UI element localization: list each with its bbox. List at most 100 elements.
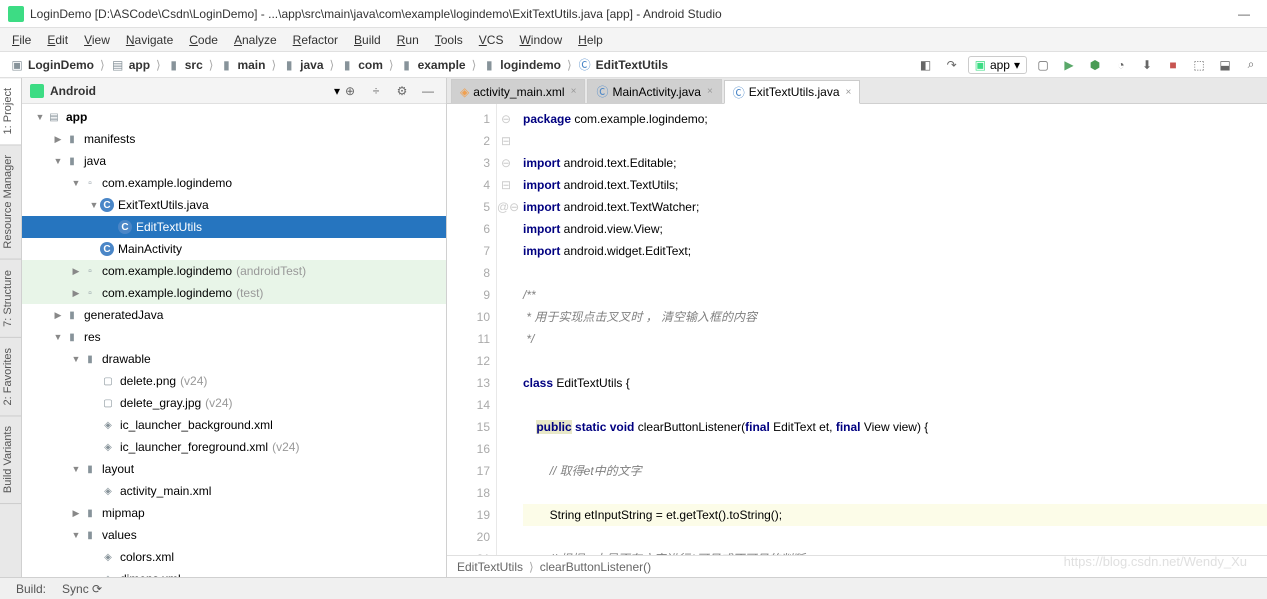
breadcrumb-main[interactable]: ▮main	[215, 58, 269, 72]
tree-arrow-icon[interactable]: ▶	[70, 288, 82, 299]
side-tab----project[interactable]: 1: Project	[0, 78, 21, 145]
tree-item-app[interactable]: ▼▤app	[22, 106, 446, 128]
debug-button[interactable]: ⬢	[1085, 55, 1105, 75]
menu-help[interactable]: Help	[570, 31, 611, 49]
menu-window[interactable]: Window	[511, 31, 570, 49]
code-line-6[interactable]: import android.view.View;	[523, 218, 1267, 240]
menu-code[interactable]: Code	[181, 31, 226, 49]
tree-item-manifests[interactable]: ▶▮manifests	[22, 128, 446, 150]
side-tab----structure[interactable]: 7: Structure	[0, 260, 21, 338]
breadcrumb-app[interactable]: ▤app	[107, 58, 154, 72]
tree-item-com-example-logindemo[interactable]: ▼▫com.example.logindemo	[22, 172, 446, 194]
crumb-edittextutils[interactable]: EditTextUtils	[457, 560, 523, 574]
menu-navigate[interactable]: Navigate	[118, 31, 181, 49]
stop-button[interactable]: ■	[1163, 55, 1183, 75]
breadcrumb-edittextutils[interactable]: ⒸEditTextUtils	[574, 58, 672, 72]
editor-tab-mainactivity-java[interactable]: ⒸMainActivity.java×	[587, 79, 721, 103]
code-line-17[interactable]: // 取得et中的文字	[523, 460, 1267, 482]
code-line-3[interactable]: import android.text.Editable;	[523, 152, 1267, 174]
run-button[interactable]: ▶	[1059, 55, 1079, 75]
tree-arrow-icon[interactable]: ▼	[70, 354, 82, 364]
code-line-14[interactable]	[523, 394, 1267, 416]
code-line-19[interactable]: String etInputString = et.getText().toSt…	[523, 504, 1267, 526]
tree-item-edittextutils[interactable]: CEditTextUtils	[22, 216, 446, 238]
run-config-selector[interactable]: ▣ app ▾	[968, 56, 1027, 74]
tree-item-values[interactable]: ▼▮values	[22, 524, 446, 546]
close-icon[interactable]: ×	[707, 86, 713, 97]
editor-tab-activity-main-xml[interactable]: ◈activity_main.xml×	[451, 79, 585, 103]
tree-item-mipmap[interactable]: ▶▮mipmap	[22, 502, 446, 524]
code-line-10[interactable]: * 用于实现点击叉叉时 ， 清空输入框的内容	[523, 306, 1267, 328]
menu-analyze[interactable]: Analyze	[226, 31, 285, 49]
code-line-1[interactable]: package com.example.logindemo;	[523, 108, 1267, 130]
collapse-icon[interactable]: ÷	[366, 81, 386, 101]
sync-label[interactable]: Sync ⟳	[54, 582, 110, 596]
attach-debugger-icon[interactable]: ⬇	[1137, 55, 1157, 75]
crumb-clearbuttonlistener()[interactable]: clearButtonListener()	[540, 560, 651, 574]
menu-refactor[interactable]: Refactor	[285, 31, 346, 49]
close-icon[interactable]: ×	[571, 86, 577, 97]
tree-item-com-example-logindemo[interactable]: ▶▫com.example.logindemo(test)	[22, 282, 446, 304]
target-icon[interactable]: ⊕	[340, 81, 360, 101]
search-icon[interactable]: ⌕	[1241, 55, 1261, 75]
breadcrumb-logindemo[interactable]: ▮logindemo	[478, 58, 565, 72]
breadcrumb-example[interactable]: ▮example	[396, 58, 470, 72]
tree-item-dimens-xml[interactable]: ◈dimens.xml	[22, 568, 446, 577]
code-line-11[interactable]: */	[523, 328, 1267, 350]
menu-run[interactable]: Run	[389, 31, 427, 49]
tree-arrow-icon[interactable]: ▶	[70, 266, 82, 277]
code-area[interactable]: package com.example.logindemo; import an…	[515, 104, 1267, 555]
menu-edit[interactable]: Edit	[39, 31, 76, 49]
tree-item-delete-png[interactable]: ▢delete.png(v24)	[22, 370, 446, 392]
editor-breadcrumb[interactable]: EditTextUtils⟩clearButtonListener()	[447, 555, 1267, 577]
code-line-20[interactable]	[523, 526, 1267, 548]
project-tree[interactable]: ▼▤app▶▮manifests▼▮java▼▫com.example.logi…	[22, 104, 446, 577]
avd-manager-icon[interactable]: ⬚	[1189, 55, 1209, 75]
tree-arrow-icon[interactable]: ▼	[52, 332, 64, 342]
tree-arrow-icon[interactable]: ▼	[70, 178, 82, 188]
editor-body[interactable]: 123456789101112131415161718192021 ⊖⊟⊖⊟@⊖…	[447, 104, 1267, 555]
code-line-9[interactable]: /**	[523, 284, 1267, 306]
breadcrumb-com[interactable]: ▮com	[336, 58, 387, 72]
breadcrumb-src[interactable]: ▮src	[163, 58, 207, 72]
code-line-12[interactable]	[523, 350, 1267, 372]
tree-arrow-icon[interactable]: ▼	[52, 156, 64, 166]
tree-item-generatedjava[interactable]: ▶▮generatedJava	[22, 304, 446, 326]
code-line-4[interactable]: import android.text.TextUtils;	[523, 174, 1267, 196]
tree-arrow-icon[interactable]: ▼	[34, 112, 46, 122]
code-line-8[interactable]	[523, 262, 1267, 284]
minimize-button[interactable]: —	[1229, 4, 1259, 24]
nav-back-icon[interactable]: ◧	[916, 55, 936, 75]
hide-icon[interactable]: —	[418, 81, 438, 101]
menu-vcs[interactable]: VCS	[471, 31, 512, 49]
side-tab-resource-manager[interactable]: Resource Manager	[0, 145, 21, 260]
tree-item-ic-launcher-foreground-xml[interactable]: ◈ic_launcher_foreground.xml(v24)	[22, 436, 446, 458]
build-label[interactable]: Build:	[8, 582, 54, 596]
tree-arrow-icon[interactable]: ▼	[88, 200, 100, 210]
side-tab----favorites[interactable]: 2: Favorites	[0, 338, 21, 416]
sdk-manager-icon[interactable]: ⬓	[1215, 55, 1235, 75]
code-line-21[interactable]: // 根据et中是否有文字进行1可见或不可见的判断	[523, 548, 1267, 555]
tree-item-mainactivity[interactable]: CMainActivity	[22, 238, 446, 260]
code-line-15[interactable]: public static void clearButtonListener(f…	[523, 416, 1267, 438]
tree-item-ic-launcher-background-xml[interactable]: ◈ic_launcher_background.xml	[22, 414, 446, 436]
breadcrumb-logindemo[interactable]: ▣LoginDemo	[6, 58, 98, 72]
tree-arrow-icon[interactable]: ▶	[52, 134, 64, 145]
tree-item-layout[interactable]: ▼▮layout	[22, 458, 446, 480]
code-line-13[interactable]: class EditTextUtils {	[523, 372, 1267, 394]
close-icon[interactable]: ×	[846, 87, 852, 98]
tree-item-res[interactable]: ▼▮res	[22, 326, 446, 348]
code-line-5[interactable]: import android.text.TextWatcher;	[523, 196, 1267, 218]
code-line-18[interactable]	[523, 482, 1267, 504]
code-line-7[interactable]: import android.widget.EditText;	[523, 240, 1267, 262]
tree-item-activity-main-xml[interactable]: ◈activity_main.xml	[22, 480, 446, 502]
tree-item-drawable[interactable]: ▼▮drawable	[22, 348, 446, 370]
tree-item-java[interactable]: ▼▮java	[22, 150, 446, 172]
tree-arrow-icon[interactable]: ▼	[70, 530, 82, 540]
tree-item-delete-gray-jpg[interactable]: ▢delete_gray.jpg(v24)	[22, 392, 446, 414]
tree-item-colors-xml[interactable]: ◈colors.xml	[22, 546, 446, 568]
tree-item-exittextutils-java[interactable]: ▼CExitTextUtils.java	[22, 194, 446, 216]
menu-file[interactable]: File	[4, 31, 39, 49]
tree-item-com-example-logindemo[interactable]: ▶▫com.example.logindemo(androidTest)	[22, 260, 446, 282]
gear-icon[interactable]: ⚙	[392, 81, 412, 101]
